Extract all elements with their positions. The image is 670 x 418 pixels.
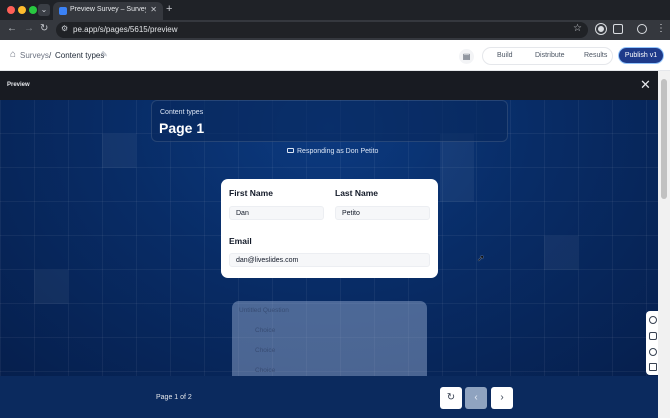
scrollbar-thumb[interactable]: [661, 79, 667, 199]
restart-button[interactable]: ↻: [440, 387, 462, 409]
browser-menu-icon[interactable]: ⋮: [656, 23, 666, 34]
page-scrollbar[interactable]: [658, 71, 670, 418]
background-tile: [544, 236, 578, 270]
tab-build[interactable]: Build: [497, 52, 513, 59]
back-icon[interactable]: ←: [7, 23, 17, 34]
reload-icon[interactable]: ↻: [40, 23, 48, 34]
first-name-label: First Name: [229, 188, 273, 198]
address-bar[interactable]: ⚙ pe.app/s/pages/5615/preview ☆: [56, 22, 588, 38]
bookmark-star-icon[interactable]: ☆: [573, 23, 582, 34]
breadcrumb-surveys[interactable]: Surveys: [20, 51, 49, 60]
forward-icon[interactable]: →: [24, 23, 34, 34]
profile-icon[interactable]: [637, 24, 647, 34]
tab-title: Preview Survey – Survey Eve: [70, 6, 146, 13]
publish-button[interactable]: Publish v1: [619, 48, 663, 63]
background-tile: [102, 134, 136, 168]
last-name-label: Last Name: [335, 188, 378, 198]
favicon-icon: [59, 7, 67, 15]
device-icon[interactable]: [649, 363, 657, 371]
new-tab-button[interactable]: +: [166, 3, 172, 15]
close-preview-icon[interactable]: ✕: [640, 77, 651, 93]
choice-option[interactable]: Choice: [255, 347, 275, 354]
window-maximize-button[interactable]: [29, 6, 37, 14]
next-question-card[interactable]: Untitled Question Choice Choice Choice: [232, 301, 427, 376]
next-page-button[interactable]: ›: [491, 387, 513, 409]
side-toolbar: [646, 311, 658, 375]
tab-search-icon[interactable]: ⌄: [38, 4, 50, 16]
breadcrumb-separator: /: [49, 51, 52, 60]
first-name-field[interactable]: Dan: [229, 206, 324, 220]
choice-option[interactable]: Choice: [255, 327, 275, 334]
choice-option[interactable]: Choice: [255, 367, 275, 374]
contact-form-card: First Name Last Name Dan Petito Email da…: [221, 179, 438, 278]
preview-bar: Preview ✕: [0, 71, 664, 100]
window-minimize-button[interactable]: [18, 6, 26, 14]
home-icon[interactable]: ⌂: [10, 50, 20, 60]
extension-icon[interactable]: [596, 24, 606, 34]
tab-close-icon[interactable]: ✕: [150, 5, 157, 14]
mode-tabs: Build Distribute Results: [482, 47, 613, 65]
background-tile: [34, 270, 68, 304]
preview-canvas: Content types Page 1 Responding as Don P…: [0, 100, 658, 376]
preview-footer: Page 1 of 2 ↻ ‹ ›: [0, 376, 658, 418]
library-icon[interactable]: ▤: [459, 49, 474, 64]
responding-as: Responding as Don Petito: [287, 148, 378, 155]
background-tile: [440, 134, 474, 202]
last-name-field[interactable]: Petito: [335, 206, 430, 220]
url-text[interactable]: pe.app/s/pages/5615/preview: [73, 25, 178, 34]
respondent-icon: [287, 148, 294, 153]
page-kicker: Content types: [160, 109, 204, 116]
browser-tab-bar: ⌄ Preview Survey – Survey Eve ✕ +: [0, 0, 670, 20]
navigate-icon[interactable]: [649, 348, 657, 356]
page-header-card: Content types Page 1: [151, 100, 508, 142]
mouse-cursor-icon: ➚: [477, 253, 485, 263]
respondents-icon[interactable]: [649, 332, 657, 340]
breadcrumb-current-page: Content types: [55, 51, 105, 60]
previous-page-button[interactable]: ‹: [465, 387, 487, 409]
email-label: Email: [229, 236, 252, 246]
page-title: Page 1: [159, 120, 205, 136]
preview-label: Preview: [7, 82, 30, 88]
responding-name: Don Petito: [345, 148, 379, 155]
browser-toolbar: ← → ↻ ⚙ pe.app/s/pages/5615/preview ☆ ⋮: [0, 20, 670, 40]
edit-title-icon[interactable]: ✎: [101, 50, 108, 59]
tab-results[interactable]: Results: [584, 52, 607, 59]
extensions-puzzle-icon[interactable]: [613, 24, 623, 34]
question-title: Untitled Question: [239, 307, 289, 314]
app-header: ⌂ Surveys / Content types ✎ ▤ Build Dist…: [0, 40, 670, 71]
theme-icon[interactable]: [649, 316, 657, 324]
email-field[interactable]: dan@liveslides.com: [229, 253, 430, 267]
tab-distribute[interactable]: Distribute: [535, 52, 565, 59]
window-close-button[interactable]: [7, 6, 15, 14]
page-indicator: Page 1 of 2: [156, 394, 192, 401]
browser-tab-active[interactable]: Preview Survey – Survey Eve ✕: [53, 2, 163, 20]
site-settings-icon[interactable]: ⚙: [61, 24, 68, 33]
responding-label: Responding as: [297, 148, 344, 155]
